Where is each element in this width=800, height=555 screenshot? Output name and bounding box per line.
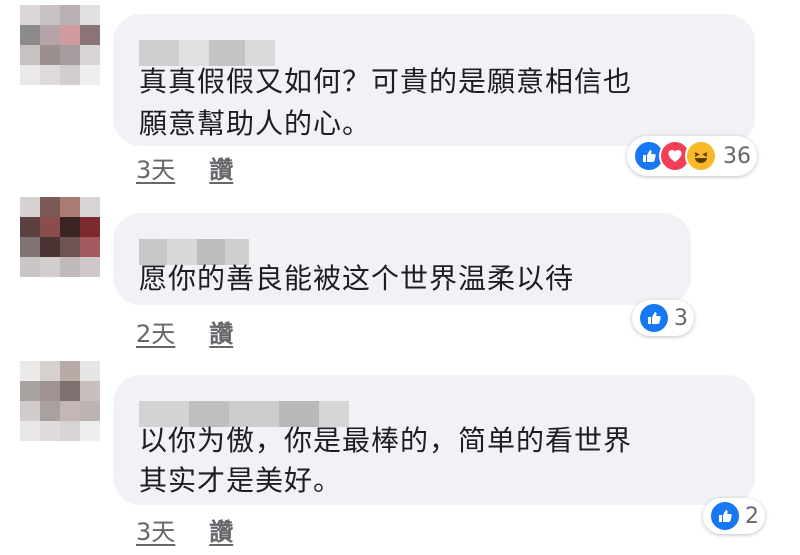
reaction-summary[interactable]: 2 [703,498,765,534]
reaction-summary[interactable]: 3 [632,300,694,336]
like-button[interactable]: 讚 [209,314,233,349]
avatar-comment-1[interactable] [20,5,100,85]
comment-text-line: 其实才是美好。 [139,464,343,497]
like-icon [638,302,670,334]
comment-timestamp[interactable]: 3天 [136,512,175,547]
reaction-count: 2 [745,503,759,529]
like-icon [709,500,741,532]
reaction-count: 3 [674,305,688,331]
avatar-comment-2[interactable] [20,197,100,277]
haha-icon [685,140,717,172]
comment-timestamp[interactable]: 3天 [136,150,175,185]
comment-meta: 3天 讚 [136,512,233,547]
comment-bubble-2: 愿你的善良能被这个世界温柔以待 [113,213,691,305]
reaction-count: 36 [723,143,751,169]
comment-timestamp[interactable]: 2天 [136,314,175,349]
avatar-comment-3[interactable] [20,361,100,441]
comment-bubble-1: 真真假假又如何？可貴的是願意相信也 願意幫助人的心。 [113,14,755,146]
like-button[interactable]: 讚 [209,512,233,547]
comment-text-line: 以你为傲，你是最棒的，简单的看世界 [139,424,633,457]
comment-text-line: 真真假假又如何？可貴的是願意相信也 [139,65,633,98]
comment-bubble-3: 以你为傲，你是最棒的，简单的看世界 其实才是美好。 [113,375,755,505]
comment-meta: 2天 讚 [136,314,233,349]
comment-meta: 3天 讚 [136,150,233,185]
comment-text-line: 愿你的善良能被这个世界温柔以待 [139,262,575,295]
reaction-summary[interactable]: 36 [627,136,757,176]
comment-text-line: 願意幫助人的心。 [139,107,372,140]
like-button[interactable]: 讚 [209,150,233,185]
